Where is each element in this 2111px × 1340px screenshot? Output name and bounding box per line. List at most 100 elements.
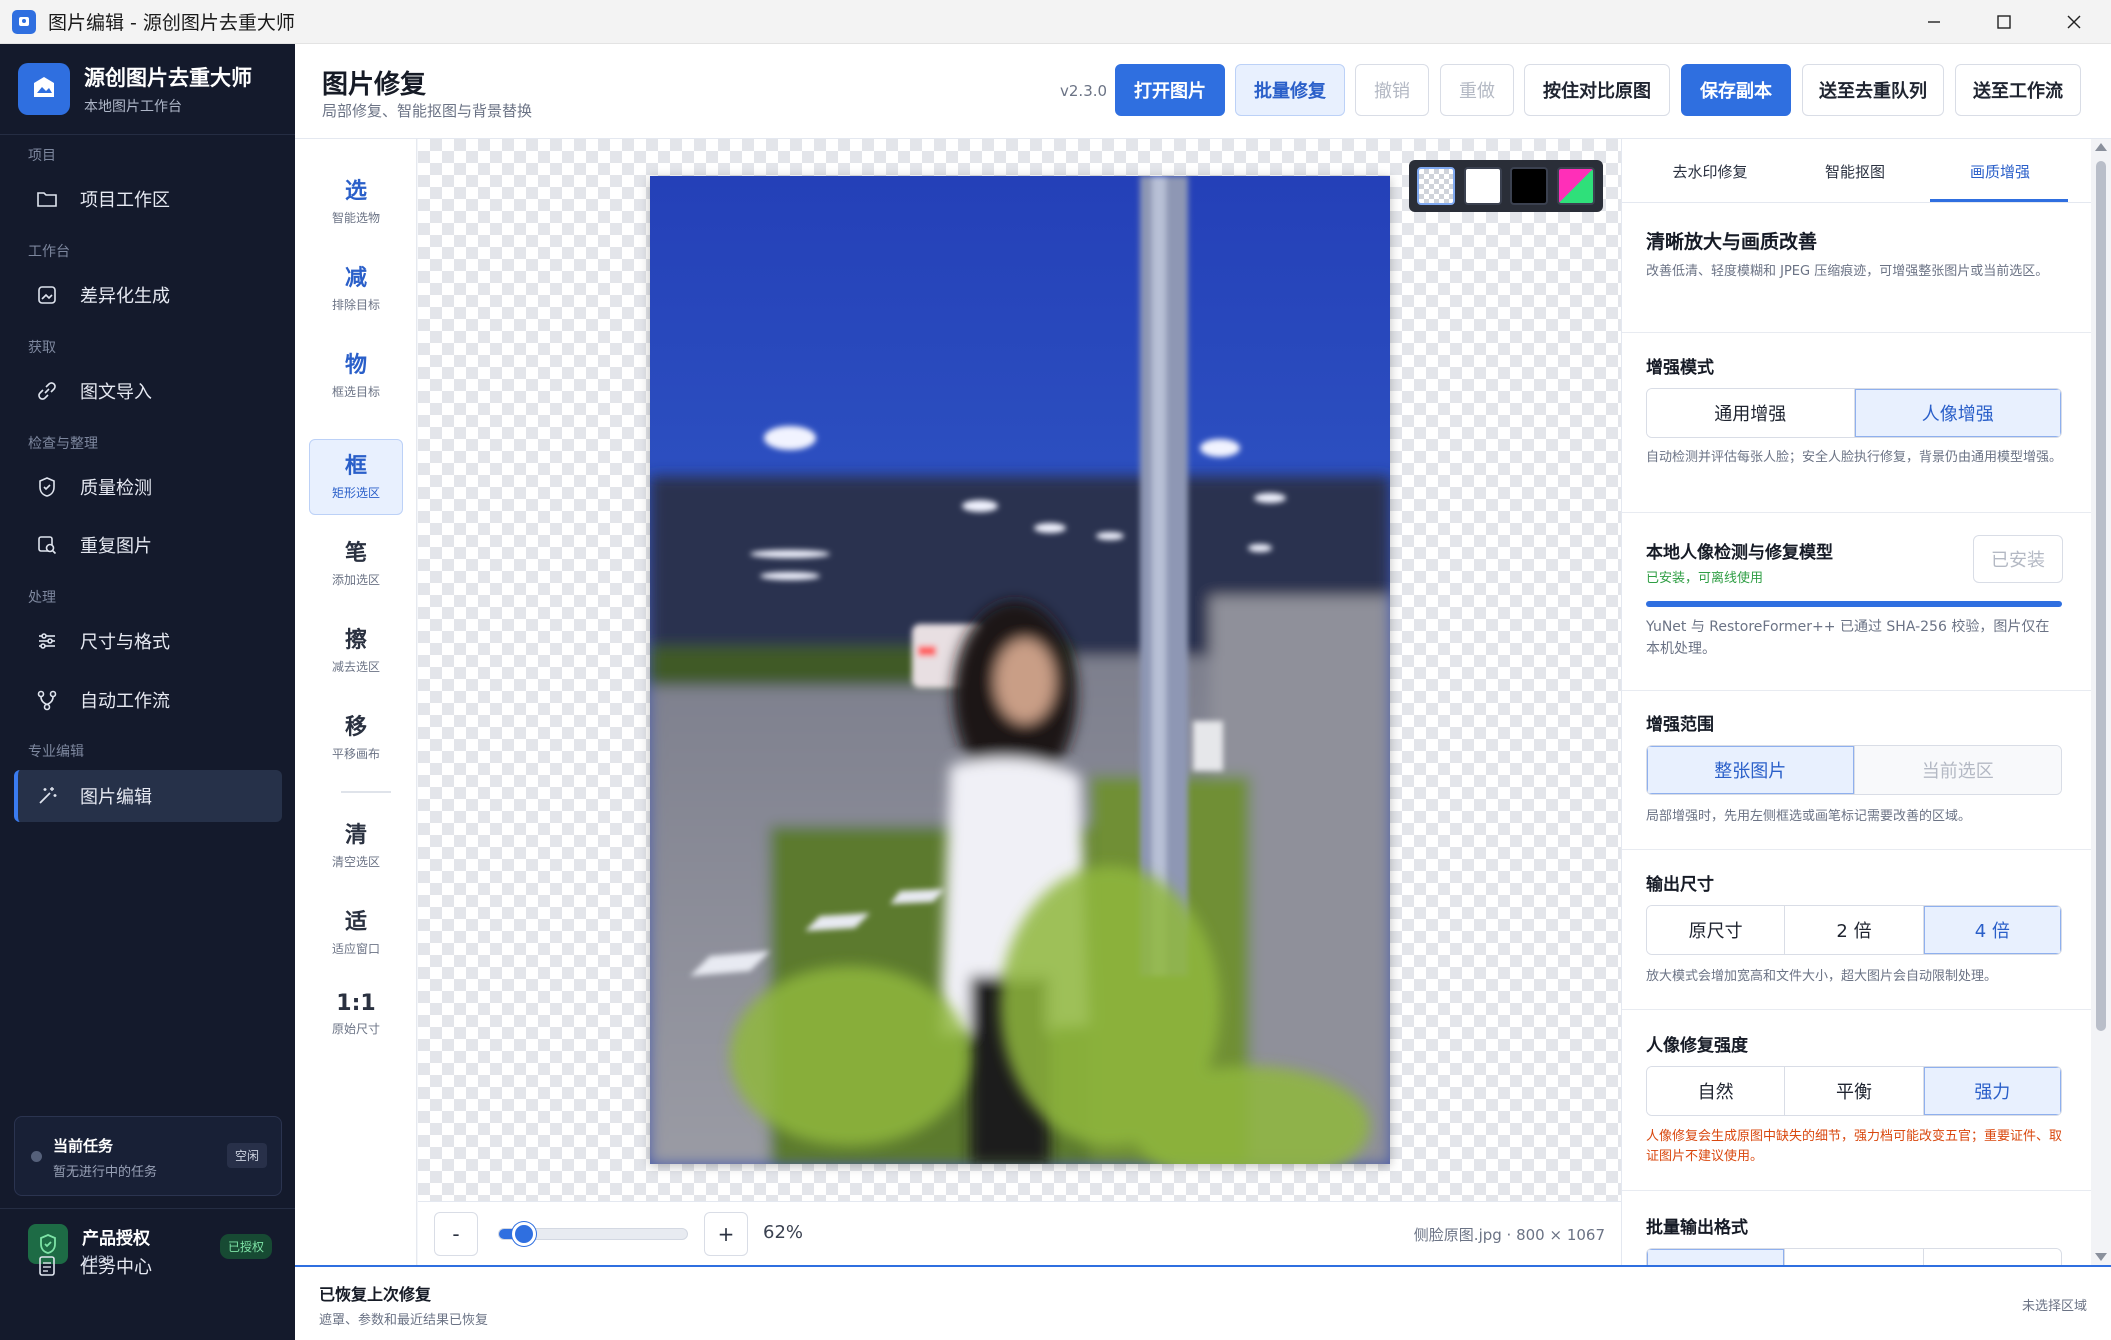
sidebar-item-label: 图文导入	[80, 382, 152, 403]
folder-icon	[37, 192, 57, 207]
tool-label: 添加选区	[331, 573, 380, 587]
tab-watermark-repair[interactable]: 去水印修复	[1640, 161, 1780, 182]
tab-smart-cutout[interactable]: 智能抠图	[1785, 161, 1925, 182]
tool-smart-select[interactable]: 选智能选物	[309, 164, 403, 240]
zoom-out-button[interactable]: -	[434, 1212, 478, 1256]
minimize-button[interactable]	[1899, 0, 1969, 44]
send-workflow-button[interactable]: 送至工作流	[1955, 64, 2081, 116]
batch-format-selector	[1646, 1248, 2062, 1265]
custom-color-swatch[interactable]	[1556, 167, 1595, 205]
magic-wand-icon	[39, 787, 57, 804]
section-divider	[1622, 1190, 2091, 1191]
sidebar-group-label: 检查与整理	[28, 436, 98, 452]
task-desc: 暂无进行中的任务	[53, 1165, 158, 1180]
tab-quality-enhance[interactable]: 画质增强	[1930, 161, 2070, 182]
sidebar-item-workflow[interactable]: 自动工作流	[14, 674, 282, 726]
scroll-down-arrow-icon[interactable]	[2095, 1253, 2107, 1261]
strength-option-strong[interactable]: 强力	[1923, 1067, 2061, 1115]
zoom-slider[interactable]	[498, 1222, 688, 1246]
tool-pan-canvas[interactable]: 移平移画布	[309, 700, 403, 776]
sidebar-item-label: 任务中心	[80, 1257, 152, 1278]
sidebar-item-task-center[interactable]: 任务中心	[14, 1240, 282, 1292]
sidebar-item-label: 差异化生成	[80, 286, 170, 307]
tool-box-target[interactable]: 物框选目标	[309, 338, 403, 414]
tool-label: 清空选区	[331, 855, 380, 869]
batch-repair-button[interactable]: 批量修复	[1235, 64, 1345, 116]
brand: 源创图片去重大师 本地图片工作台	[18, 62, 252, 116]
sidebar-item-label: 质量检测	[80, 478, 152, 499]
tool-add-selection[interactable]: 笔添加选区	[309, 526, 403, 602]
app-icon	[12, 9, 36, 34]
size-option-2x[interactable]: 2 倍	[1785, 906, 1924, 954]
scope-option-selection[interactable]: 当前选区	[1854, 746, 2061, 794]
zoom-slider-knob[interactable]	[512, 1222, 537, 1246]
redo-button[interactable]: 重做	[1440, 64, 1514, 116]
scroll-up-arrow-icon[interactable]	[2095, 143, 2107, 151]
batch-format-option[interactable]	[1923, 1249, 2061, 1265]
tool-glyph: 擦	[344, 628, 367, 653]
sidebar-group-label: 获取	[28, 340, 56, 356]
edited-photo[interactable]	[650, 176, 1390, 1164]
sidebar-group-label: 工作台	[28, 244, 70, 260]
sidebar-item-quality-check[interactable]: 质量检测	[14, 461, 282, 513]
white-bg-swatch[interactable]	[1463, 167, 1502, 205]
sidebar-item-duplicates[interactable]: 重复图片	[14, 519, 282, 571]
tool-glyph: 移	[344, 715, 367, 740]
page-subtitle: 局部修复、智能抠图与背景替换	[322, 102, 533, 120]
active-tab-indicator	[1930, 199, 2068, 202]
scope-option-whole[interactable]: 整张图片	[1647, 746, 1855, 794]
sidebar-item-import[interactable]: 图文导入	[14, 365, 282, 417]
model-desc-section: YuNet 与 RestoreFormer++ 已通过 SHA-256 校验，图…	[1646, 616, 2062, 660]
model-installed-button[interactable]: 已安装	[1973, 535, 2063, 583]
task-title: 当前任务	[53, 1137, 114, 1155]
tool-clear-selection[interactable]: 清清空选区	[309, 808, 403, 884]
tool-label: 原始尺寸	[331, 1022, 380, 1036]
status-desc: 遮罩、参数和最近结果已恢复	[319, 1313, 489, 1328]
status-bar: 已恢复上次修复 遮罩、参数和最近结果已恢复 未选择区域	[295, 1265, 2111, 1340]
image-canvas[interactable]	[418, 139, 1621, 1201]
undo-button[interactable]: 撤销	[1355, 64, 1429, 116]
zoom-in-button[interactable]: +	[704, 1212, 748, 1256]
mode-option-portrait[interactable]: 人像增强	[1854, 389, 2061, 437]
enhance-scope-selector: 整张图片 当前选区	[1646, 745, 2062, 795]
tool-original-size[interactable]: 1:1 原始尺寸	[309, 982, 403, 1058]
batch-format-option[interactable]	[1647, 1249, 1786, 1265]
tool-glyph: 物	[344, 353, 367, 378]
transparent-bg-swatch[interactable]	[1417, 167, 1456, 205]
maximize-button[interactable]	[1969, 0, 2039, 44]
strength-warning-section: 人像修复会生成原图中缺失的细节，强力档可能改变五官；重要证件、取证图片不建议使用…	[1646, 1127, 2062, 1167]
tool-strip: 选智能选物 减排除目标 物框选目标 框矩形选区 笔添加选区 擦减去选区 移平移画…	[295, 139, 417, 1265]
scrollbar-thumb[interactable]	[2096, 161, 2106, 1031]
tool-exclude-target[interactable]: 减排除目标	[309, 251, 403, 327]
link-icon	[38, 382, 56, 400]
model-progress-bar	[1646, 601, 2062, 607]
tool-divider	[341, 791, 391, 793]
batch-format-title: 批量输出格式	[1646, 1218, 1748, 1238]
tool-rect-select[interactable]: 框矩形选区	[309, 439, 403, 515]
strength-option-balanced[interactable]: 平衡	[1785, 1067, 1924, 1115]
tool-label: 矩形选区	[331, 486, 380, 500]
save-copy-button[interactable]: 保存副本	[1681, 64, 1791, 116]
black-bg-swatch[interactable]	[1510, 167, 1549, 205]
send-dedup-queue-button[interactable]: 送至去重队列	[1802, 64, 1944, 116]
sidebar-item-image-edit[interactable]: 图片编辑	[14, 770, 282, 822]
tool-subtract-selection[interactable]: 擦减去选区	[309, 613, 403, 689]
page-title: 图片修复	[322, 70, 427, 100]
tool-fit-window[interactable]: 适适应窗口	[309, 895, 403, 971]
size-note-section: 放大模式会增加宽高和文件大小，超大图片会自动限制处理。	[1646, 967, 2062, 987]
mode-option-general[interactable]: 通用增强	[1647, 389, 1855, 437]
sidebar-item-size-format[interactable]: 尺寸与格式	[14, 615, 282, 667]
panel-scrollbar[interactable]	[2091, 139, 2111, 1265]
sidebar-item-project-workspace[interactable]: 项目工作区	[14, 173, 282, 225]
close-button[interactable]	[2039, 0, 2109, 44]
tool-glyph: 清	[344, 823, 367, 848]
sidebar-item-diff-generation[interactable]: 差异化生成	[14, 269, 282, 321]
size-option-4x[interactable]: 4 倍	[1923, 906, 2061, 954]
current-task-card[interactable]: 当前任务 暂无进行中的任务 空闲	[14, 1116, 282, 1196]
size-option-original[interactable]: 原尺寸	[1647, 906, 1786, 954]
open-image-button[interactable]: 打开图片	[1115, 64, 1225, 116]
section-divider	[1622, 690, 2091, 691]
batch-format-option[interactable]	[1785, 1249, 1924, 1265]
compare-original-button[interactable]: 按住对比原图	[1524, 64, 1670, 116]
strength-option-natural[interactable]: 自然	[1647, 1067, 1786, 1115]
